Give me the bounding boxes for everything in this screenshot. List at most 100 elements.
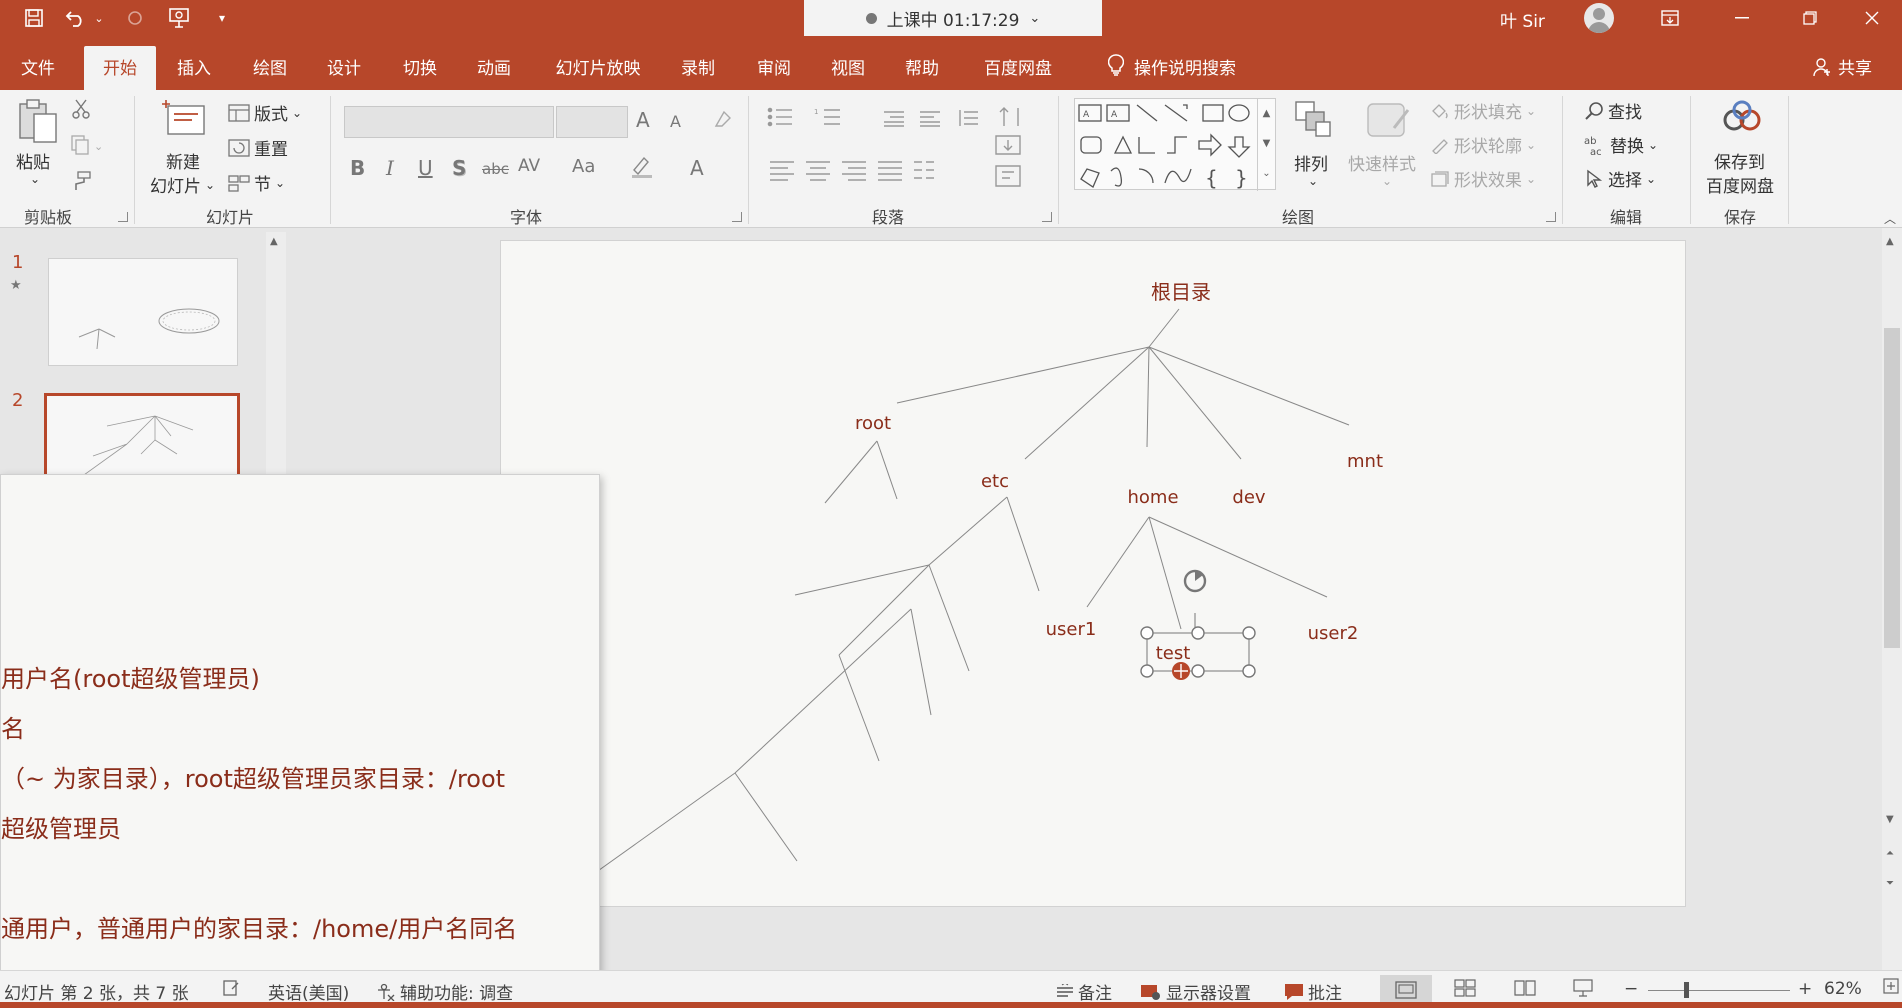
node-user2[interactable]: user2 <box>1308 623 1359 644</box>
replace-button[interactable]: ab ac 替换 ⌄ <box>1584 132 1658 158</box>
scroll-down-icon[interactable]: ▼ <box>1886 814 1894 825</box>
strikethrough-button[interactable]: abc <box>482 160 509 178</box>
arrange-dropdown-icon[interactable]: ⌄ <box>1308 174 1318 188</box>
clipboard-launcher-icon[interactable] <box>118 212 128 222</box>
gallery-scroll[interactable]: ▲ ▼ ⌄ <box>1257 99 1275 191</box>
clear-formatting-icon[interactable] <box>712 108 734 135</box>
scroll-thumb[interactable] <box>1884 328 1900 648</box>
save-to-label-1[interactable]: 保存到 <box>1714 148 1765 173</box>
format-painter-icon[interactable] <box>70 170 92 192</box>
arrange-icon[interactable] <box>1292 98 1332 138</box>
shape-outline-button[interactable]: 形状轮廓 ⌄ <box>1430 132 1536 157</box>
tab-design[interactable]: 设计 <box>322 50 366 90</box>
present-from-start-icon[interactable] <box>164 6 194 30</box>
shrink-font-button[interactable]: A <box>670 112 681 131</box>
cut-icon[interactable] <box>70 98 92 120</box>
select-button[interactable]: 选择 ⌄ <box>1584 166 1656 191</box>
language-button[interactable]: 英语(美国) <box>268 979 349 1004</box>
fit-to-window-icon[interactable] <box>1882 977 1900 995</box>
tab-help[interactable]: 帮助 <box>900 50 944 90</box>
tab-review[interactable]: 审阅 <box>752 50 796 90</box>
tab-home[interactable]: 开始 <box>84 46 156 90</box>
paragraph-controls-icon[interactable]: 1 <box>764 106 1064 206</box>
tab-slideshow[interactable]: 幻灯片放映 <box>550 50 646 90</box>
normal-view-button[interactable] <box>1380 975 1432 1005</box>
previous-slide-icon[interactable]: ⏶ <box>1886 848 1894 859</box>
scroll-up-icon[interactable]: ▲ <box>270 236 278 247</box>
font-launcher-icon[interactable] <box>732 212 742 222</box>
slide-scrollbar[interactable]: ▲ ▼ ⏶ ⏷ <box>1882 228 1902 970</box>
zoom-level[interactable]: 62% <box>1824 979 1862 999</box>
find-button[interactable]: 查找 <box>1584 98 1642 123</box>
recording-status-pill[interactable]: 上课中 01:17:29 ⌄ <box>804 0 1102 36</box>
new-slide-label-1[interactable]: 新建 <box>166 148 200 173</box>
share-button[interactable]: 共享 <box>1812 54 1872 79</box>
text-shadow-button[interactable]: S <box>452 156 466 180</box>
zoom-in-button[interactable]: + <box>1798 979 1812 999</box>
scroll-up-icon[interactable]: ▲ <box>1886 236 1894 247</box>
undo-icon[interactable] <box>62 6 90 30</box>
node-test[interactable]: test <box>1156 643 1191 664</box>
paragraph-launcher-icon[interactable] <box>1042 212 1052 222</box>
quick-styles-button[interactable]: 快速样式 <box>1348 150 1416 175</box>
notes-button[interactable]: 备注 <box>1056 979 1112 1004</box>
tab-transitions[interactable]: 切换 <box>398 50 442 90</box>
shape-effects-button[interactable]: 形状效果 ⌄ <box>1430 166 1536 191</box>
display-settings-button[interactable]: 显示器设置 <box>1140 979 1251 1004</box>
redo-icon[interactable] <box>122 6 148 30</box>
reading-view-icon[interactable] <box>1514 979 1536 997</box>
tab-animations[interactable]: 动画 <box>472 50 516 90</box>
collapse-ribbon-icon[interactable]: ︿ <box>1884 210 1896 227</box>
customize-toolbar-icon[interactable]: ▾ <box>212 6 232 30</box>
node-root-directory[interactable]: 根目录 <box>1151 280 1211 304</box>
shape-fill-button[interactable]: 形状填充 ⌄ <box>1430 98 1536 123</box>
quick-styles-dropdown-icon[interactable]: ⌄ <box>1382 174 1392 188</box>
paste-button[interactable]: 粘贴 <box>16 148 50 173</box>
font-color-button[interactable]: A <box>690 156 704 180</box>
node-root[interactable]: root <box>855 413 891 434</box>
comments-button[interactable]: 批注 <box>1284 979 1342 1004</box>
new-slide-icon[interactable] <box>162 98 205 138</box>
slide-thumbnail-1[interactable] <box>48 258 238 366</box>
section-button[interactable]: 节 ⌄ <box>228 170 285 195</box>
quick-styles-icon[interactable] <box>1364 100 1412 144</box>
font-size-combo[interactable] <box>556 106 628 138</box>
close-icon[interactable] <box>1842 0 1902 36</box>
tab-record[interactable]: 录制 <box>676 50 720 90</box>
node-home[interactable]: home <box>1127 487 1178 508</box>
slide-canvas[interactable]: 根目录 root etc home dev mnt user1 user2 te… <box>500 240 1686 907</box>
highlight-color-icon[interactable] <box>630 154 660 183</box>
tab-view[interactable]: 视图 <box>826 50 870 90</box>
save-icon[interactable] <box>20 6 48 30</box>
node-dev[interactable]: dev <box>1232 487 1266 508</box>
bold-button[interactable]: B <box>350 156 365 180</box>
slideshow-view-icon[interactable] <box>1572 979 1594 997</box>
character-spacing-button[interactable]: AV <box>518 156 540 176</box>
tab-file[interactable]: 文件 <box>18 50 58 90</box>
underline-button[interactable]: U <box>418 156 433 180</box>
user-name[interactable]: 叶 Sir <box>1500 7 1545 32</box>
accessibility-button[interactable]: 辅助功能: 调查 <box>376 979 513 1004</box>
node-mnt[interactable]: mnt <box>1347 451 1383 472</box>
new-slide-button[interactable]: 幻灯片 ⌄ <box>150 172 215 197</box>
node-user1[interactable]: user1 <box>1046 619 1097 640</box>
tab-insert[interactable]: 插入 <box>172 50 216 90</box>
tell-me-search[interactable]: 操作说明搜索 <box>1092 50 1252 90</box>
arrange-button[interactable]: 排列 <box>1294 150 1328 175</box>
paste-dropdown-icon[interactable]: ⌄ <box>30 172 40 186</box>
zoom-out-button[interactable]: − <box>1624 979 1638 999</box>
grow-font-button[interactable]: A <box>636 108 650 132</box>
zoom-slider-thumb[interactable] <box>1684 982 1689 998</box>
change-case-button[interactable]: Aa <box>572 156 595 177</box>
restore-icon[interactable] <box>1780 0 1840 36</box>
paste-icon[interactable] <box>16 98 57 143</box>
drawing-launcher-icon[interactable] <box>1546 212 1556 222</box>
tab-baidu-netdisk[interactable]: 百度网盘 <box>978 50 1058 90</box>
baidu-netdisk-icon[interactable] <box>1720 98 1761 138</box>
notes-overlay[interactable]: 用户名(root超级管理员) 名 （~ 为家目录），root超级管理员家目录：/… <box>0 474 600 976</box>
save-to-baidu-button[interactable]: 百度网盘 <box>1706 172 1774 197</box>
tab-draw[interactable]: 绘图 <box>248 50 292 90</box>
shapes-gallery[interactable]: A A {} ▲ ▼ ⌄ <box>1074 98 1276 191</box>
layout-button[interactable]: 版式 ⌄ <box>228 100 302 125</box>
font-name-combo[interactable] <box>344 106 554 138</box>
